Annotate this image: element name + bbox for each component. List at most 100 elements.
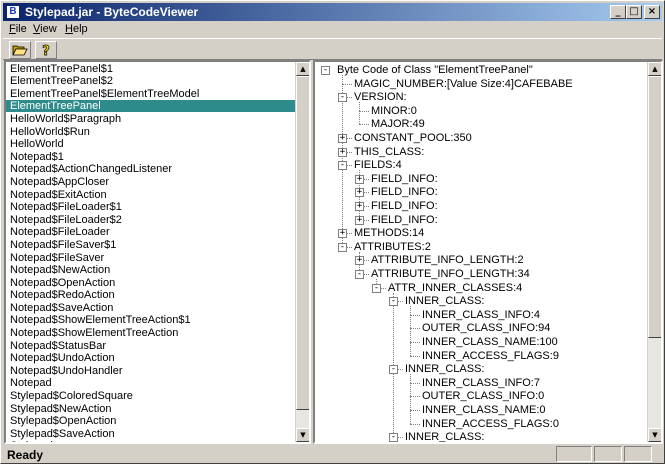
tree-node[interactable]: OUTER_CLASS_INFO:94 — [422, 322, 550, 335]
class-list-scrollbar[interactable]: ▲ ▼ — [295, 62, 309, 442]
list-item[interactable]: Notepad$UndoAction — [6, 352, 295, 364]
help-button[interactable]: ? — [35, 41, 57, 59]
list-item[interactable]: Notepad$FileLoader — [6, 226, 295, 238]
list-item[interactable]: ElementTreePanel — [6, 100, 295, 113]
list-item[interactable]: HelloWorld$Run — [6, 126, 295, 138]
tree-node[interactable]: FIELD_INFO: — [371, 186, 438, 199]
tree-node[interactable]: INNER_CLASS_INFO:7 — [422, 377, 540, 390]
tree-node[interactable]: ATTRIBUTES:2 — [354, 241, 431, 254]
list-item[interactable]: Notepad$StatusBar — [6, 340, 295, 352]
tree-node[interactable]: OUTER_CLASS_INFO:0 — [422, 390, 544, 403]
tree-node[interactable]: CONSTANT_POOL:350 — [354, 132, 472, 145]
tree-node[interactable]: INNER_CLASS: — [405, 295, 484, 308]
tree-node[interactable]: METHODS:14 — [354, 227, 424, 240]
tree-node[interactable]: ATTR_INNER_CLASSES:4 — [388, 282, 522, 295]
collapse-icon[interactable]: - — [355, 270, 364, 279]
list-item[interactable]: Notepad$FileSaver$1 — [6, 239, 295, 251]
tree-node[interactable]: VERSION: — [354, 91, 407, 104]
tree-node[interactable]: MAJOR:49 — [371, 118, 425, 131]
bytecode-tree[interactable]: - Byte Code of Class "ElementTreePanel" MA… — [315, 62, 647, 442]
tree-node[interactable]: INNER_ACCESS_FLAGS:0 — [422, 418, 559, 431]
collapse-icon[interactable]: - — [389, 433, 398, 442]
tree-node[interactable]: FIELDS:4 — [354, 159, 402, 172]
list-item[interactable]: Notepad$FileSaver — [6, 252, 295, 264]
list-item[interactable]: Stylepad — [6, 440, 295, 442]
maximize-button[interactable]: □ — [626, 5, 642, 19]
expand-icon[interactable]: + — [338, 134, 347, 143]
list-item[interactable]: ElementTreePanel$ElementTreeModel — [6, 88, 295, 100]
tree-connector — [359, 124, 369, 126]
tree-node[interactable]: INNER_CLASS_INFO:4 — [422, 309, 540, 322]
list-item[interactable]: Notepad$ShowElementTreeAction — [6, 327, 295, 339]
list-item[interactable]: Notepad$FileLoader$1 — [6, 201, 295, 213]
expand-icon[interactable]: + — [338, 229, 347, 239]
list-item[interactable]: Notepad$ShowElementTreeAction$1 — [6, 314, 295, 326]
list-item[interactable]: Notepad$AppCloser — [6, 176, 295, 188]
menu-bar: File View Help — [3, 22, 662, 38]
tree-node[interactable]: FIELD_INFO: — [371, 200, 438, 213]
open-button[interactable] — [9, 41, 31, 59]
list-item[interactable]: ElementTreePanel$1 — [6, 63, 295, 75]
close-button[interactable]: × — [644, 5, 660, 19]
scroll-thumb[interactable] — [296, 76, 309, 410]
list-item[interactable]: Notepad$FileLoader$2 — [6, 214, 295, 226]
tree-scroll-down-button[interactable]: ▼ — [648, 428, 661, 442]
tree-connector — [410, 410, 411, 424]
tree-node[interactable]: INNER_CLASS: — [405, 363, 484, 376]
class-list[interactable]: ElementTreePanel$1 ElementTreePanel$2 Elem… — [6, 62, 295, 442]
collapse-icon[interactable]: - — [372, 283, 381, 293]
tree-scroll-thumb[interactable] — [648, 76, 661, 338]
list-item[interactable]: ElementTreePanel$2 — [6, 75, 295, 87]
list-item[interactable]: HelloWorld$Paragraph — [6, 113, 295, 125]
collapse-icon[interactable]: - — [338, 242, 347, 252]
list-item[interactable]: Notepad$UndoHandler — [6, 365, 295, 377]
list-item[interactable]: Stylepad$SaveAction — [6, 428, 295, 440]
tree-node[interactable]: Byte Code of Class "ElementTreePanel" — [337, 64, 533, 77]
tree-node[interactable]: INNER_ACCESS_FLAGS:9 — [422, 350, 559, 363]
list-item[interactable]: Notepad$RedoAction — [6, 289, 295, 301]
list-item[interactable]: Notepad$NewAction — [6, 264, 295, 276]
menu-view[interactable]: View — [33, 23, 57, 35]
collapse-icon[interactable]: - — [321, 66, 330, 75]
expand-icon[interactable]: + — [355, 202, 364, 211]
collapse-icon[interactable]: - — [389, 365, 398, 375]
tree-connector — [342, 165, 343, 234]
tree-node[interactable]: INNER_CLASS_NAME:0 — [422, 404, 546, 417]
tree-scroll-up-button[interactable]: ▲ — [648, 62, 661, 76]
list-item[interactable]: Stylepad$OpenAction — [6, 415, 295, 427]
expand-icon[interactable]: + — [355, 174, 364, 184]
tree-node[interactable]: INNER_CLASS: — [405, 431, 484, 442]
tree-node[interactable]: FIELD_INFO: — [371, 214, 438, 227]
list-item[interactable]: Stylepad$ColoredSquare — [6, 390, 295, 402]
list-item[interactable]: Stylepad$NewAction — [6, 403, 295, 415]
menu-help[interactable]: Help — [65, 23, 88, 35]
list-item[interactable]: Notepad$SaveAction — [6, 302, 295, 314]
tree-scrollbar[interactable]: ▲ ▼ — [647, 62, 661, 442]
tree-node[interactable]: THIS_CLASS: — [354, 146, 424, 159]
expand-icon[interactable]: + — [355, 188, 364, 198]
collapse-icon[interactable]: - — [389, 297, 398, 307]
list-item[interactable]: Notepad — [6, 377, 295, 389]
tree-node[interactable]: ATTRIBUTE_INFO_LENGTH:2 — [371, 254, 524, 267]
list-item[interactable]: HelloWorld — [6, 138, 295, 150]
collapse-icon[interactable]: - — [338, 161, 347, 171]
expand-icon[interactable]: + — [355, 256, 364, 266]
collapse-icon[interactable]: - — [338, 93, 347, 103]
list-item[interactable]: Notepad$OpenAction — [6, 277, 295, 289]
list-item[interactable]: Notepad$ActionChangedListener — [6, 163, 295, 175]
expand-icon[interactable]: + — [338, 147, 347, 157]
scroll-down-button[interactable]: ▼ — [296, 428, 309, 442]
tree-node[interactable]: FIELD_INFO: — [371, 173, 438, 186]
menu-file[interactable]: File — [9, 23, 27, 35]
list-item[interactable]: Notepad$ExitAction — [6, 189, 295, 201]
expand-icon[interactable]: + — [355, 215, 364, 225]
list-item[interactable]: Notepad$1 — [6, 151, 295, 163]
folder-open-icon — [12, 45, 28, 56]
tree-node[interactable]: MAGIC_NUMBER:[Value Size:4]CAFEBABE — [354, 78, 573, 91]
minimize-button[interactable]: _ — [610, 5, 626, 19]
tree-node[interactable]: MINOR:0 — [371, 105, 417, 118]
tree-node[interactable]: INNER_CLASS_NAME:100 — [422, 336, 558, 349]
tree-node[interactable]: ATTRIBUTE_INFO_LENGTH:34 — [371, 268, 530, 281]
title-bar[interactable]: B Stylepad.jar - ByteCodeViewer _ □ × — [3, 3, 662, 21]
scroll-up-button[interactable]: ▲ — [296, 62, 309, 76]
